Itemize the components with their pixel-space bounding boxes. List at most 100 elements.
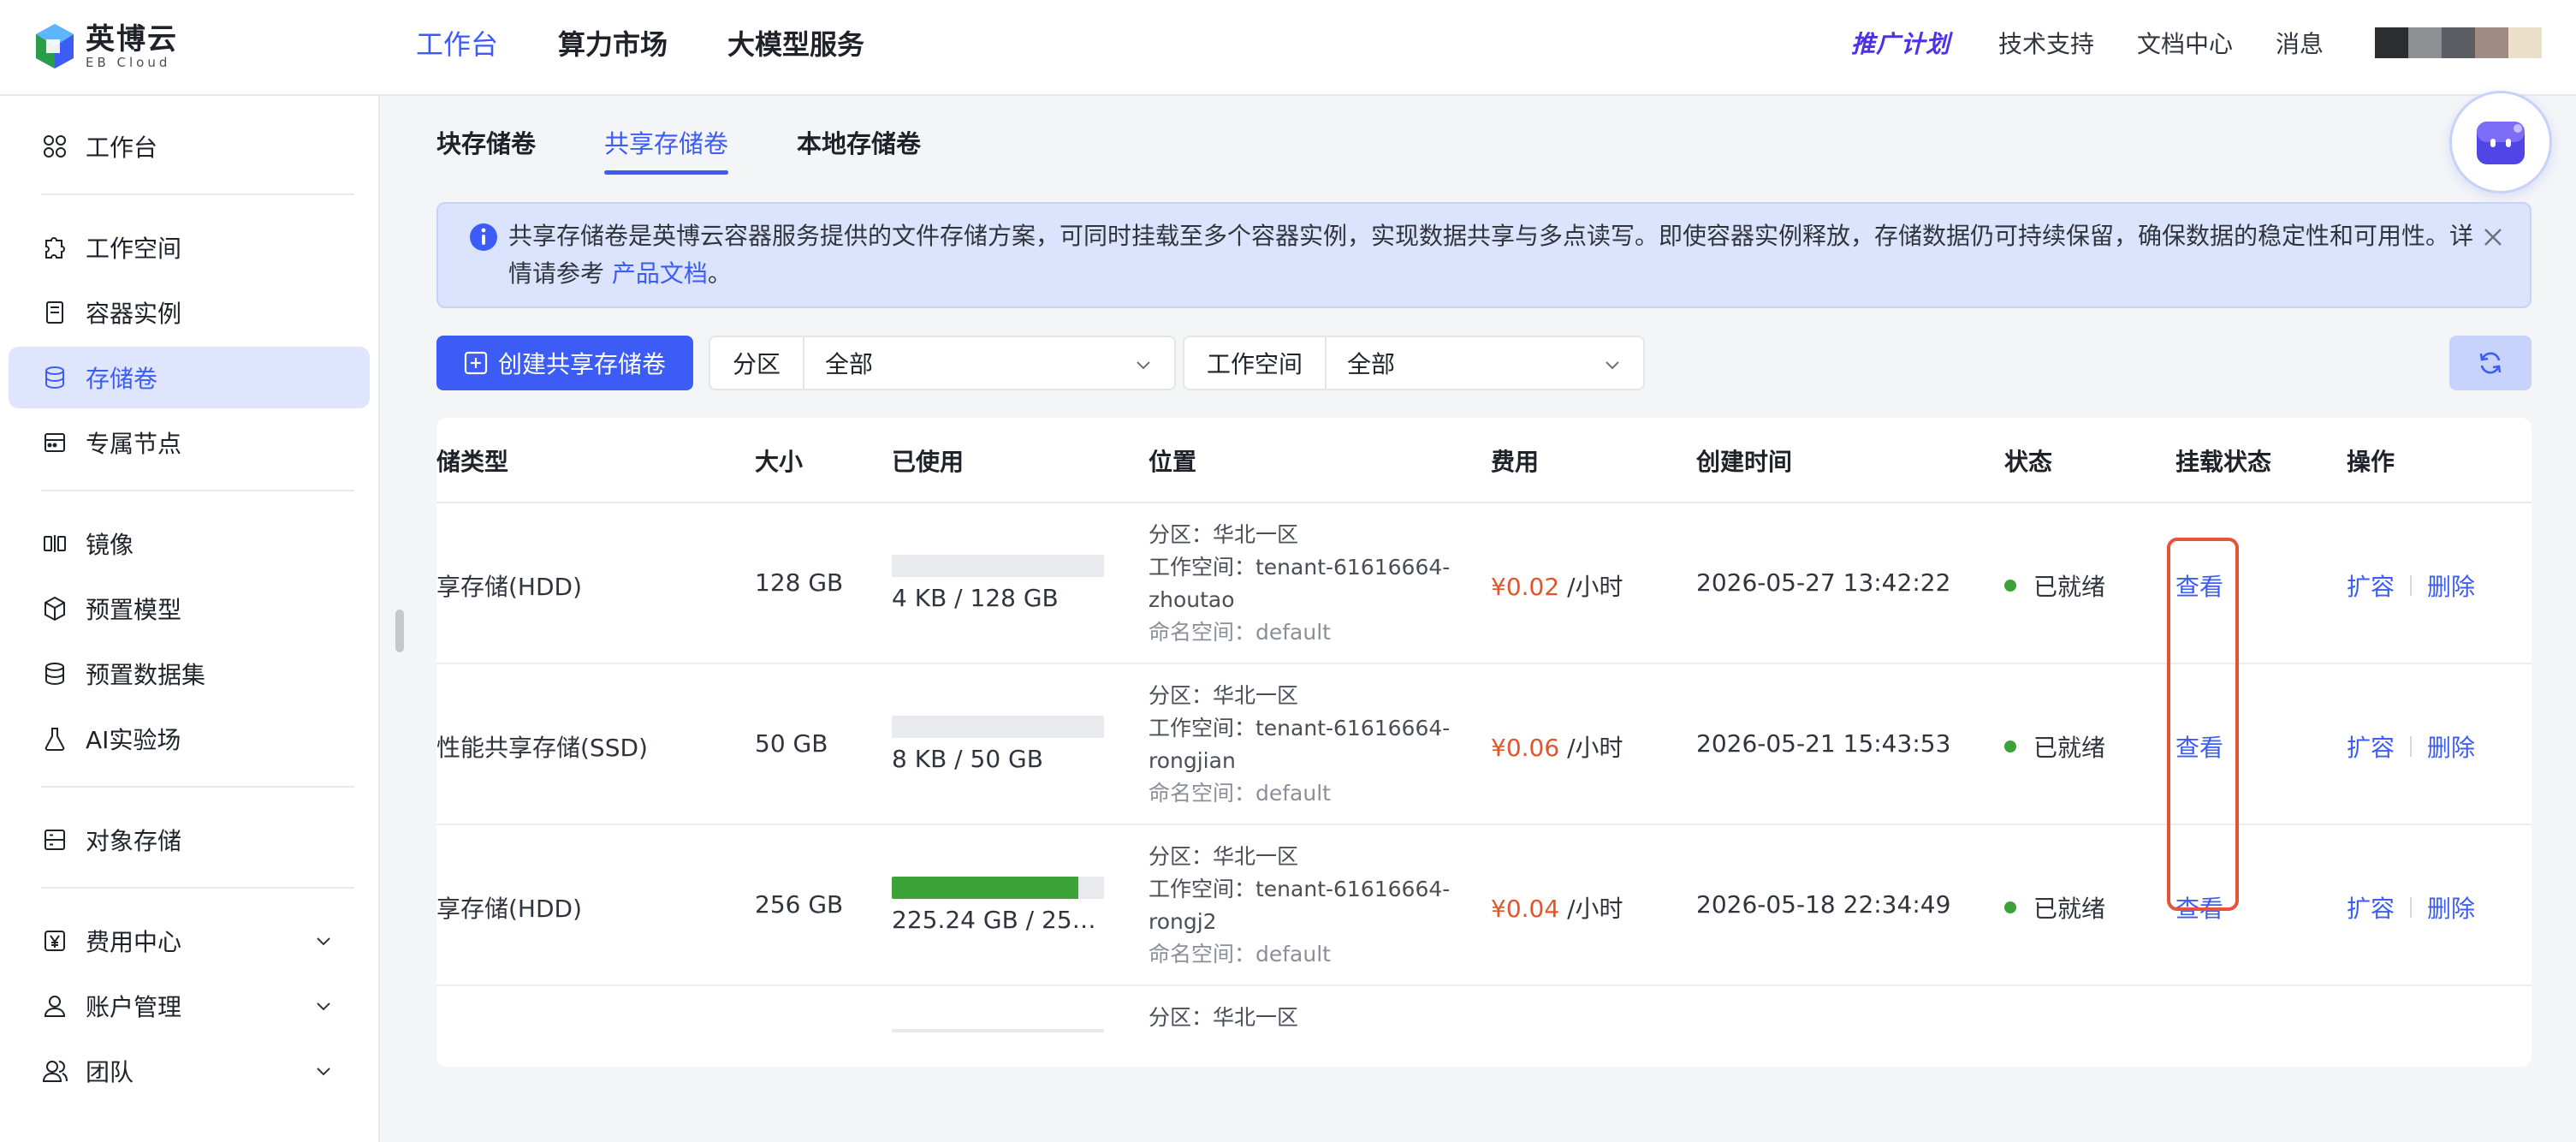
close-icon[interactable] <box>2482 226 2504 248</box>
chevron-down-icon <box>317 937 330 946</box>
top-header: 英博云 EB Cloud 工作台 算力市场 大模型服务 推广计划 技术支持 文档… <box>0 0 2576 96</box>
zone-select[interactable]: 全部 <box>804 337 1174 389</box>
nav-llm-service[interactable]: 大模型服务 <box>727 24 864 65</box>
volume-size: 128 GB <box>755 568 844 597</box>
location-workspace-cont: rongj2 <box>1149 909 1217 934</box>
sidebar-item-label: AI实验场 <box>86 726 181 754</box>
mount-view-link[interactable]: 查看 <box>2175 890 2223 925</box>
row-actions: 扩容 删除 <box>2347 890 2475 925</box>
expand-link[interactable]: 扩容 <box>2347 568 2395 603</box>
location-workspace-cont: zhoutao <box>1149 587 1235 612</box>
status: 已就绪 <box>2004 890 2105 925</box>
image-icon <box>44 535 66 552</box>
location: 分区：华北一区 工作空间：tenant-61616664- rongjian 命… <box>1149 680 1465 810</box>
puzzle-icon <box>45 237 65 259</box>
sidebar-item-storage-volume[interactable]: 存储卷 <box>9 347 370 408</box>
col-used: 已使用 <box>892 448 965 476</box>
zone-select-value: 全部 <box>825 350 874 378</box>
info-notice: 共享存储卷是英博云容器服务提供的文件存储方案，可同时挂载至多个容器实例，实现数据… <box>436 202 2531 308</box>
location: 分区：华北一区 工作空间：tenant-61616664- zhoutao 命名… <box>1149 519 1465 649</box>
tab-local-storage[interactable]: 本地存储卷 <box>797 120 921 175</box>
delete-link[interactable]: 删除 <box>2427 568 2475 603</box>
volume-type: 享存储(HDD) <box>436 895 583 923</box>
location-namespace: 命名空间：default <box>1149 781 1331 806</box>
workspace-filter-label: 工作空间 <box>1184 337 1327 389</box>
workspace-filter: 工作空间 全部 <box>1183 336 1645 390</box>
col-mount-status: 挂载状态 <box>2175 448 2272 476</box>
sidebar-divider <box>41 786 354 788</box>
chevron-down-icon <box>1606 361 1619 370</box>
refresh-icon <box>2479 352 2502 374</box>
mount-view-link[interactable]: 查看 <box>2175 568 2223 603</box>
sidebar-item-preset-dataset[interactable]: 预置数据集 <box>9 643 370 705</box>
container-icon <box>46 301 63 324</box>
row-actions: 扩容 删除 <box>2347 568 2475 603</box>
database-icon <box>45 366 64 390</box>
sidebar-item-preset-model[interactable]: 预置模型 <box>9 578 370 639</box>
workspace-select[interactable]: 全部 <box>1327 337 1643 389</box>
nav-workbench[interactable]: 工作台 <box>416 24 498 65</box>
created-time: 2026-05-21 15:43:53 <box>1696 729 1951 758</box>
sidebar-item-label: 预置数据集 <box>86 661 206 689</box>
row-actions: 扩容 删除 <box>2347 729 2475 764</box>
tab-block-storage[interactable]: 块存储卷 <box>436 120 536 175</box>
sidebar-item-dedicated-node[interactable]: 专属节点 <box>9 412 370 473</box>
dataset-icon <box>45 663 64 686</box>
location-namespace: 命名空间：default <box>1149 942 1331 967</box>
location: 分区：华北一区 工作空间：tenant-61616664- rongj2 命名空… <box>1149 841 1465 971</box>
created-time: 2026-05-27 13:42:22 <box>1696 568 1951 597</box>
mount-view-link[interactable]: 查看 <box>2175 729 2223 764</box>
sidebar-item-billing-center[interactable]: 费用中心 <box>9 910 370 972</box>
usage-bar <box>892 1029 1104 1032</box>
cube-icon <box>45 596 65 622</box>
promo-plan-link[interactable]: 推广计划 <box>1851 26 1950 60</box>
user-icon <box>44 996 66 1017</box>
sidebar-item-team[interactable]: 团队 <box>9 1040 370 1102</box>
delete-link[interactable]: 删除 <box>2427 890 2475 925</box>
sidebar-item-workbench[interactable]: 工作台 <box>9 116 370 177</box>
notice-body: 共享存储卷是英博云容器服务提供的文件存储方案，可同时挂载至多个容器实例，实现数据… <box>508 222 2474 288</box>
create-button-label: 创建共享存储卷 <box>497 350 666 378</box>
assistant-bot-button[interactable] <box>2449 91 2552 193</box>
sidebar-divider <box>41 887 354 889</box>
location-zone: 分区：华北一区 <box>1149 683 1299 708</box>
table-row: 享存储(HDD) 128 GB 4 KB / 128 GB 分区：华北一区 工作… <box>436 503 2531 664</box>
status-text: 已就绪 <box>2033 734 2106 762</box>
expand-link[interactable]: 扩容 <box>2347 729 2395 764</box>
brand-logo[interactable]: 英博云 EB Cloud <box>34 19 178 74</box>
sidebar-resize-handle[interactable] <box>395 610 404 652</box>
tech-support-link[interactable]: 技术支持 <box>1998 26 2094 60</box>
tab-shared-storage[interactable]: 共享存储卷 <box>604 120 729 175</box>
sidebar-item-container-instance[interactable]: 容器实例 <box>9 282 370 343</box>
sidebar-item-image[interactable]: 镜像 <box>9 513 370 574</box>
location-namespace: 命名空间：default <box>1149 620 1331 645</box>
location-workspace: 工作空间：tenant-61616664- <box>1149 555 1451 580</box>
chevron-down-icon <box>317 1068 330 1076</box>
expand-link[interactable]: 扩容 <box>2347 890 2395 925</box>
sidebar-divider <box>41 490 354 491</box>
location-zone: 分区：华北一区 <box>1149 1005 1299 1030</box>
location-zone: 分区：华北一区 <box>1149 522 1299 547</box>
product-docs-link[interactable]: 产品文档 <box>612 259 708 288</box>
sidebar-item-label: 团队 <box>86 1058 134 1086</box>
location: 分区：华北一区 <box>1149 1002 1465 1034</box>
sidebar-item-workspace[interactable]: 工作空间 <box>9 217 370 278</box>
nav-compute-market[interactable]: 算力市场 <box>558 24 668 65</box>
volume-size: 50 GB <box>755 729 828 758</box>
sidebar-item-ai-lab[interactable]: AI实验场 <box>9 708 370 770</box>
delete-link[interactable]: 删除 <box>2427 729 2475 764</box>
sidebar-item-account-management[interactable]: 账户管理 <box>9 975 370 1037</box>
table-row: 分区：华北一区 <box>436 986 2531 1067</box>
fee-unit: /小时 <box>1559 734 1623 762</box>
brand-name-en: EB Cloud <box>86 55 171 70</box>
col-actions: 操作 <box>2347 448 2395 476</box>
messages-link[interactable]: 消息 <box>2276 26 2324 60</box>
refresh-button[interactable] <box>2449 336 2531 390</box>
create-shared-volume-button[interactable]: 创建共享存储卷 <box>436 336 693 390</box>
sidebar-item-object-storage[interactable]: 对象存储 <box>9 809 370 871</box>
sidebar-item-label: 账户管理 <box>86 993 182 1021</box>
user-avatar[interactable] <box>2375 27 2542 58</box>
docs-center-link[interactable]: 文档中心 <box>2137 26 2233 60</box>
volume-size: 256 GB <box>755 890 844 919</box>
fee-unit: /小时 <box>1559 573 1623 601</box>
